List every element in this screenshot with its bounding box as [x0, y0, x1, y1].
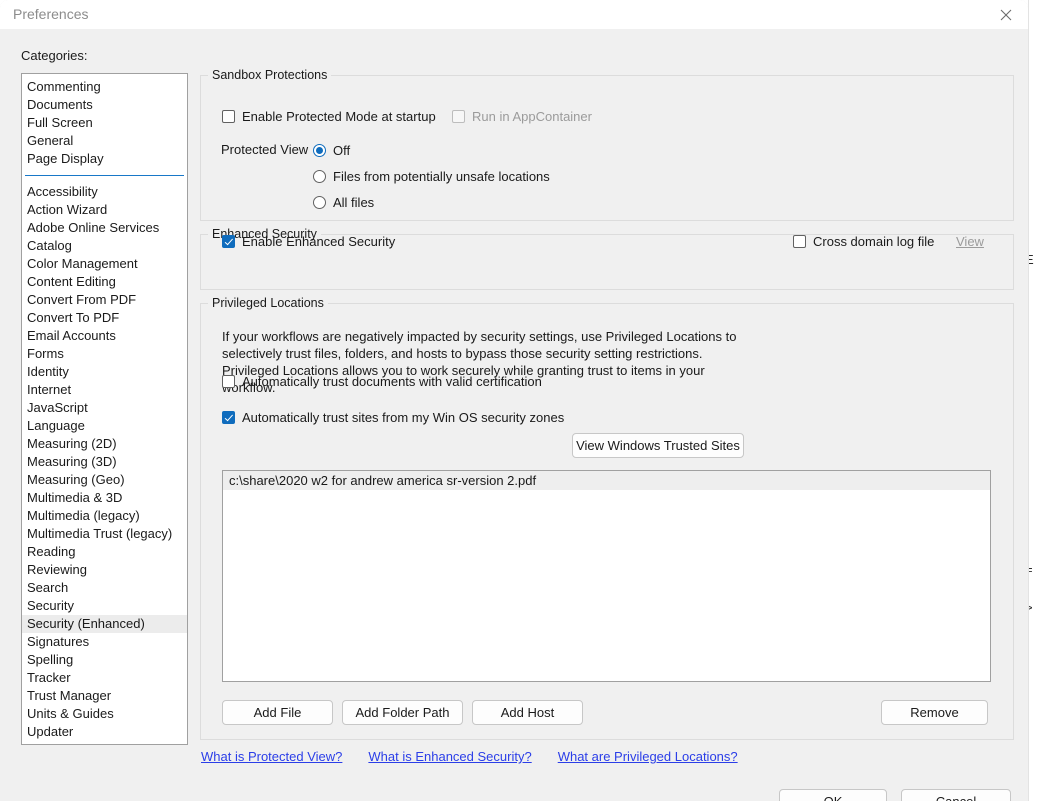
add-file-button[interactable]: Add File: [222, 700, 333, 725]
checkbox-glyph: [222, 375, 235, 388]
sidebar-item-identity[interactable]: Identity: [22, 363, 187, 381]
protected-view-label: Protected View: [221, 142, 308, 157]
sidebar-item-full-screen[interactable]: Full Screen: [22, 114, 187, 132]
sidebar-item-tracker[interactable]: Tracker: [22, 669, 187, 687]
sidebar-item-documents[interactable]: Documents: [22, 96, 187, 114]
sidebar-item-measuring-geo[interactable]: Measuring (Geo): [22, 471, 187, 489]
what-are-privileged-locations-link[interactable]: What are Privileged Locations?: [558, 749, 738, 764]
enable-enhanced-security-checkbox[interactable]: Enable Enhanced Security: [222, 234, 395, 249]
sidebar-item-multimedia-trust-legacy[interactable]: Multimedia Trust (legacy): [22, 525, 187, 543]
privileged-locations-title: Privileged Locations: [208, 296, 328, 310]
sidebar-item-multimedia-3d[interactable]: Multimedia & 3D: [22, 489, 187, 507]
cancel-button[interactable]: Cancel: [901, 789, 1011, 801]
enable-enhanced-security-label: Enable Enhanced Security: [242, 234, 395, 249]
preferences-dialog: Preferences Categories: Commenting Docum…: [0, 0, 1028, 801]
view-log-link[interactable]: View: [956, 234, 984, 249]
titlebar: Preferences: [0, 0, 1028, 30]
sidebar-item-search[interactable]: Search: [22, 579, 187, 597]
sidebar-item-updater[interactable]: Updater: [22, 723, 187, 741]
run-in-appcontainer-checkbox: Run in AppContainer: [452, 109, 592, 124]
sidebar-item-catalog[interactable]: Catalog: [22, 237, 187, 255]
list-item[interactable]: c:\share\2020 w2 for andrew america sr-v…: [223, 471, 990, 490]
categories-label: Categories:: [21, 48, 87, 63]
privileged-locations-list[interactable]: c:\share\2020 w2 for andrew america sr-v…: [222, 470, 991, 682]
checkbox-glyph: [222, 411, 235, 424]
remove-button[interactable]: Remove: [881, 700, 988, 725]
sidebar-item-action-wizard[interactable]: Action Wizard: [22, 201, 187, 219]
protected-view-option-label: Files from potentially unsafe locations: [333, 169, 550, 184]
auto-trust-documents-checkbox[interactable]: Automatically trust documents with valid…: [222, 374, 542, 389]
help-links: What is Protected View? What is Enhanced…: [201, 749, 738, 764]
sidebar-item-measuring-2d[interactable]: Measuring (2D): [22, 435, 187, 453]
what-is-enhanced-security-link[interactable]: What is Enhanced Security?: [368, 749, 531, 764]
bg-glyph: E: [1028, 252, 1034, 267]
sidebar-item-content-editing[interactable]: Content Editing: [22, 273, 187, 291]
sidebar-item-units-guides[interactable]: Units & Guides: [22, 705, 187, 723]
enable-protected-mode-label: Enable Protected Mode at startup: [242, 109, 436, 124]
sidebar-item-trust-manager[interactable]: Trust Manager: [22, 687, 187, 705]
close-icon[interactable]: [984, 0, 1028, 29]
protected-view-option-unsafe-locations[interactable]: Files from potentially unsafe locations: [313, 169, 550, 184]
sidebar-item-adobe-online-services[interactable]: Adobe Online Services: [22, 219, 187, 237]
add-folder-path-button[interactable]: Add Folder Path: [342, 700, 463, 725]
protected-view-option-label: Off: [333, 143, 350, 158]
checkbox-glyph: [452, 110, 465, 123]
sandbox-protections-title: Sandbox Protections: [208, 68, 331, 82]
window-title: Preferences: [13, 6, 88, 22]
sidebar-item-security[interactable]: Security: [22, 597, 187, 615]
sidebar-item-accessibility[interactable]: Accessibility: [22, 183, 187, 201]
sidebar-item-security-enhanced[interactable]: Security (Enhanced): [22, 615, 187, 633]
sidebar-item-spelling[interactable]: Spelling: [22, 651, 187, 669]
cross-domain-log-file-checkbox[interactable]: Cross domain log file: [793, 234, 934, 249]
bg-glyph: =: [1028, 562, 1033, 577]
checkbox-glyph: [222, 110, 235, 123]
sidebar-item-reading[interactable]: Reading: [22, 543, 187, 561]
enable-protected-mode-checkbox[interactable]: Enable Protected Mode at startup: [222, 109, 436, 124]
auto-trust-security-zones-label: Automatically trust sites from my Win OS…: [242, 410, 564, 425]
sidebar-item-general[interactable]: General: [22, 132, 187, 150]
sidebar-item-page-display[interactable]: Page Display: [22, 150, 187, 168]
checkbox-glyph: [222, 235, 235, 248]
add-host-button[interactable]: Add Host: [472, 700, 583, 725]
checkbox-glyph: [793, 235, 806, 248]
categories-list[interactable]: Commenting Documents Full Screen General…: [21, 73, 188, 745]
bg-glyph: >: [1028, 600, 1033, 615]
background-window-sliver: E ) = > : :: [1028, 0, 1038, 801]
sidebar-item-commenting[interactable]: Commenting: [22, 78, 187, 96]
sidebar-item-signatures[interactable]: Signatures: [22, 633, 187, 651]
sidebar-item-convert-to-pdf[interactable]: Convert To PDF: [22, 309, 187, 327]
run-in-appcontainer-label: Run in AppContainer: [472, 109, 592, 124]
sidebar-item-internet[interactable]: Internet: [22, 381, 187, 399]
sidebar-item-forms[interactable]: Forms: [22, 345, 187, 363]
ok-button[interactable]: OK: [779, 789, 887, 801]
auto-trust-security-zones-checkbox[interactable]: Automatically trust sites from my Win OS…: [222, 410, 564, 425]
categories-divider: [25, 175, 184, 176]
what-is-protected-view-link[interactable]: What is Protected View?: [201, 749, 342, 764]
dialog-body: Categories: Commenting Documents Full Sc…: [0, 29, 1028, 801]
sidebar-item-convert-from-pdf[interactable]: Convert From PDF: [22, 291, 187, 309]
protected-view-option-label: All files: [333, 195, 374, 210]
sidebar-item-color-management[interactable]: Color Management: [22, 255, 187, 273]
auto-trust-documents-label: Automatically trust documents with valid…: [242, 374, 542, 389]
sidebar-item-measuring-3d[interactable]: Measuring (3D): [22, 453, 187, 471]
protected-view-option-off[interactable]: Off: [313, 143, 350, 158]
sidebar-item-language[interactable]: Language: [22, 417, 187, 435]
cross-domain-log-file-label: Cross domain log file: [813, 234, 934, 249]
view-windows-trusted-sites-button[interactable]: View Windows Trusted Sites: [572, 433, 744, 458]
radio-glyph: [313, 170, 326, 183]
sidebar-item-email-accounts[interactable]: Email Accounts: [22, 327, 187, 345]
bg-glyph: ): [1028, 390, 1029, 405]
sidebar-item-reviewing[interactable]: Reviewing: [22, 561, 187, 579]
sidebar-item-multimedia-legacy[interactable]: Multimedia (legacy): [22, 507, 187, 525]
radio-glyph: [313, 144, 326, 157]
sidebar-item-javascript[interactable]: JavaScript: [22, 399, 187, 417]
protected-view-option-all-files[interactable]: All files: [313, 195, 374, 210]
radio-glyph: [313, 196, 326, 209]
